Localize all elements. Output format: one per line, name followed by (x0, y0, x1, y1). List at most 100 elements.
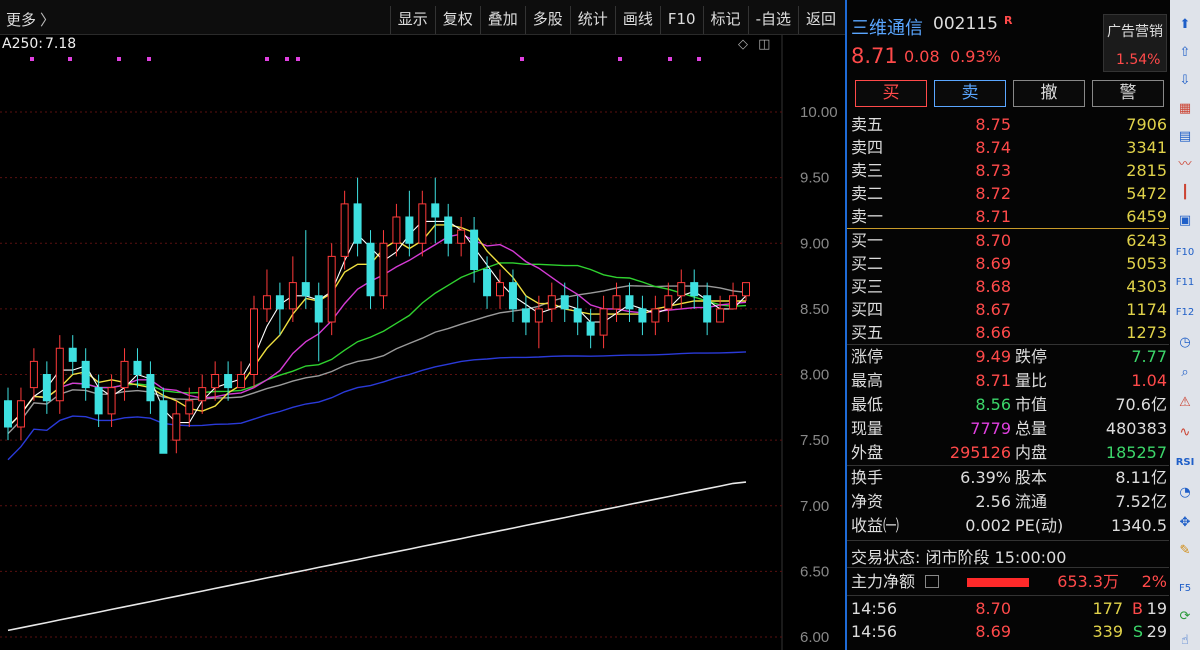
gauge-icon[interactable]: ◔ (1174, 482, 1196, 504)
ask-volume: 5472 (1126, 184, 1167, 203)
panel-toggle-icon[interactable]: ◫ (758, 37, 770, 52)
ma250-value: 7.18 (45, 36, 77, 52)
move-icon[interactable]: ✥ (1174, 512, 1196, 534)
stat-value: 8.56 (975, 395, 1011, 414)
stat-row: 收益㈠ 0.002 PE(动) 1340.5 (851, 514, 1169, 538)
adjust-button[interactable]: 复权 (434, 6, 480, 34)
bid-row[interactable]: 买四 8.67 1174 (851, 298, 1169, 321)
refresh-icon[interactable]: ⟳ (1174, 606, 1196, 628)
pencil-icon[interactable]: ✎ (1174, 540, 1196, 562)
quote-panel: 三维通信 002115 R 广告营销 1.54% 8.71 0.08 0.93%… (845, 0, 1170, 650)
ask-label: 卖四 (851, 138, 884, 157)
ma3-line (7, 220, 747, 428)
remove-watchlist-button[interactable]: -自选 (747, 6, 798, 34)
candle-body (586, 321, 595, 336)
list-icon[interactable] (925, 575, 939, 588)
warning-icon[interactable]: ⚠ (1174, 392, 1196, 414)
alert-button[interactable]: 警 (1092, 80, 1164, 107)
buy-button[interactable]: 买 (855, 80, 927, 107)
kline-chart[interactable]: 10.00 9.50 9.00 8.50 8.00 7.50 7.00 6.50 6.00 A2… (0, 35, 845, 650)
candle-body (444, 216, 453, 244)
tick-row: 14:56 8.70 177 B 19 (851, 597, 1169, 620)
stat-value: 480383 (1105, 419, 1167, 438)
hint-icon[interactable]: ⌕ (1174, 362, 1196, 384)
ask-row[interactable]: 卖五 8.75 7906 (851, 113, 1169, 136)
sell-button[interactable]: 卖 (934, 80, 1006, 107)
stock-name[interactable]: 三维通信 (851, 14, 923, 40)
candle-body (677, 282, 686, 297)
candle-body (742, 282, 750, 297)
line-chart-icon[interactable]: 〰 (1174, 154, 1196, 176)
tick-side: S (1132, 622, 1143, 641)
candle-body (405, 216, 414, 244)
trade-status: 交易状态: 闭市阶段 15:00:00 (851, 548, 1067, 567)
stat-row: 外盘 295126 内盘 185257 (851, 441, 1169, 465)
wave-icon[interactable]: ∿ (1174, 422, 1196, 444)
bid-price: 8.67 (975, 300, 1011, 319)
ask-price: 8.74 (975, 138, 1011, 157)
back-button[interactable]: 返回 (797, 6, 843, 34)
more-button[interactable]: 更多〉 (6, 9, 55, 30)
main-flow-row[interactable]: 主力净额 653.3万 2% (851, 570, 1169, 594)
mark-button[interactable]: 标记 (702, 6, 748, 34)
f10-button[interactable]: F10 (659, 6, 703, 34)
up-outline-icon[interactable]: ⇧ (1174, 42, 1196, 64)
sector-box[interactable]: 广告营销 1.54% (1103, 14, 1167, 72)
stat-label: 最低 (851, 395, 884, 414)
grid-icon[interactable]: ▦ (1174, 98, 1196, 120)
ask-row[interactable]: 卖一 8.71 6459 (851, 205, 1169, 228)
ask-row[interactable]: 卖四 8.74 3341 (851, 136, 1169, 159)
cancel-order-button[interactable]: 撤 (1013, 80, 1085, 107)
bid-row[interactable]: 买一 8.70 6243 (851, 229, 1169, 252)
candle-icon[interactable]: ┃ (1174, 182, 1196, 204)
hand-icon[interactable]: ☝ (1174, 630, 1196, 650)
diamond-icon[interactable]: ◇ (738, 37, 748, 52)
f11-icon[interactable]: F11 (1174, 272, 1196, 294)
tick-volume: 339 (1092, 622, 1123, 641)
stat-value: 1340.5 (1111, 516, 1167, 535)
candle-body (159, 400, 168, 454)
up-arrow-icon[interactable]: ⬆ (1174, 14, 1196, 36)
multi-stock-button[interactable]: 多股 (524, 6, 570, 34)
bid-row[interactable]: 买三 8.68 4303 (851, 275, 1169, 298)
event-marker (520, 57, 524, 61)
stat-label: 市值 (1015, 395, 1048, 414)
f10-icon[interactable]: F10 (1174, 242, 1196, 264)
stat-label: 流通 (1015, 492, 1048, 511)
ma250-name: A250: (2, 36, 44, 52)
window-icon[interactable]: ▣ (1174, 210, 1196, 232)
candle-body (379, 242, 388, 297)
down-outline-icon[interactable]: ⇩ (1174, 70, 1196, 92)
stat-value: 70.6亿 (1115, 395, 1167, 414)
sector-pct: 1.54% (1116, 52, 1161, 68)
rsi-icon[interactable]: RSI (1174, 452, 1196, 474)
tick-time: 14:56 (851, 622, 898, 641)
ask-label: 卖三 (851, 161, 884, 180)
candle-body (94, 387, 103, 415)
candle-body (534, 308, 543, 323)
candle-body (4, 400, 12, 428)
statistics-button[interactable]: 统计 (569, 6, 615, 34)
kline-canvas[interactable]: 10.00 9.50 9.00 8.50 8.00 7.50 7.00 6.50 6.00 (0, 35, 845, 650)
candle-body (314, 295, 323, 323)
stat-row: 最低 8.56 市值 70.6亿 (851, 393, 1169, 417)
bid-row[interactable]: 买五 8.66 1273 (851, 321, 1169, 344)
f12-icon[interactable]: F12 (1174, 302, 1196, 324)
ask-row[interactable]: 卖三 8.73 2815 (851, 159, 1169, 182)
stat-label: 涨停 (851, 347, 884, 366)
candle-body (496, 282, 504, 297)
f5-icon[interactable]: F5 (1174, 578, 1196, 600)
table-icon[interactable]: ▤ (1174, 126, 1196, 148)
bid-row[interactable]: 买二 8.69 5053 (851, 252, 1169, 275)
draw-line-button[interactable]: 画线 (614, 6, 660, 34)
ask-row[interactable]: 卖二 8.72 5472 (851, 182, 1169, 205)
candle-body (418, 203, 427, 244)
side-toolbar: ⬆ ⇧ ⇩ ▦ ▤ 〰 ┃ ▣ F10 F11 F12 ◷ ⌕ ⚠ ∿ RSI … (1170, 0, 1200, 650)
event-marker (68, 57, 72, 61)
candle-body (68, 347, 77, 362)
event-marker (147, 57, 151, 61)
overlay-button[interactable]: 叠加 (479, 6, 525, 34)
display-button[interactable]: 显示 (389, 6, 435, 34)
candle-body (29, 360, 38, 389)
clock-icon[interactable]: ◷ (1174, 332, 1196, 354)
